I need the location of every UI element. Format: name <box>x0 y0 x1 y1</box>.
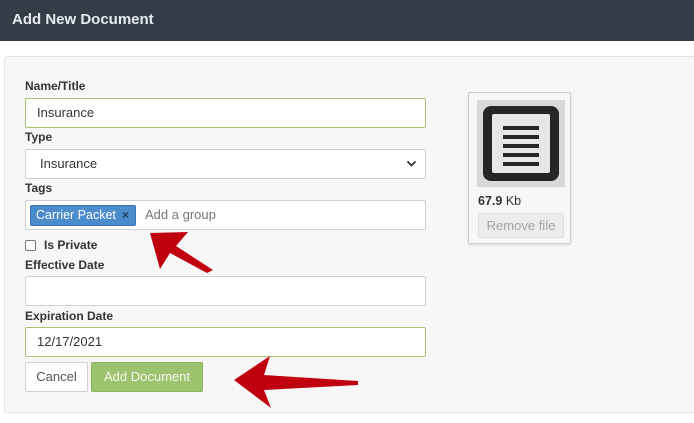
annotation-arrow-add-document <box>234 356 358 408</box>
annotation-arrow-tags <box>150 232 213 273</box>
annotation-arrows <box>150 232 358 408</box>
